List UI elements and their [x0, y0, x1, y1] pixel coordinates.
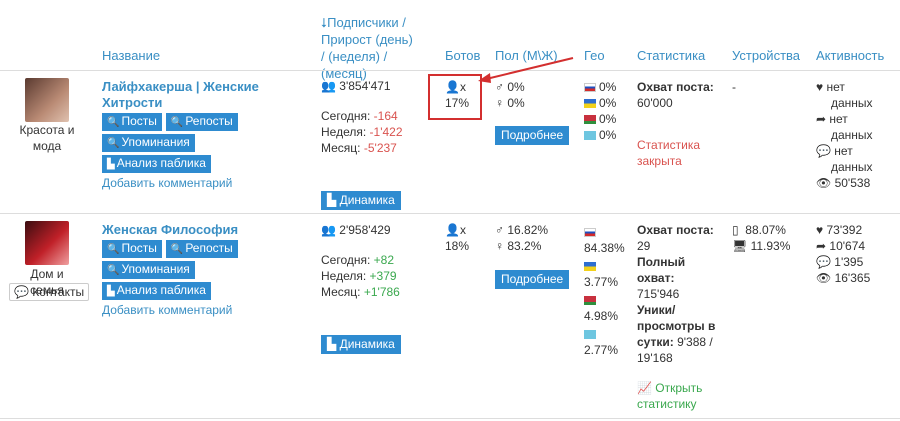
activity: ♥ 73'392 ➦ 10'674 💬 1'395 👁 16'365 [816, 223, 871, 285]
search-icon: 🔍 [107, 117, 120, 128]
belarus-flag-icon [584, 296, 596, 306]
search-icon: 🔍 [170, 117, 184, 128]
row-divider [0, 213, 900, 214]
category-label: Красота и мода [19, 123, 75, 153]
ukraine-flag-icon [584, 99, 596, 109]
col-header-name[interactable]: Название [102, 47, 160, 64]
devices: - [732, 80, 736, 94]
avatar[interactable] [25, 78, 69, 122]
chart-icon: ▙ [107, 159, 115, 170]
group-title[interactable]: Лайфхакерша | Женские Хитрости [102, 79, 302, 111]
heart-icon: ♥ [816, 80, 824, 94]
ukraine-flag-icon [584, 262, 596, 272]
posts-button[interactable]: 🔍 Посты [102, 240, 162, 258]
add-comment-link[interactable]: Добавить комментарий [102, 303, 232, 317]
user-x-icon: 👤x [445, 223, 466, 237]
col-header-geo[interactable]: Гео [584, 47, 605, 64]
devices: ▯ 88.07% 🖥 11.93% [732, 223, 791, 253]
kazakhstan-flag-icon [584, 330, 596, 340]
analysis-button[interactable]: ▙ Анализ паблика [102, 282, 211, 300]
search-icon: 🔍 [107, 244, 120, 255]
eye-icon: 👁 [816, 176, 832, 190]
female-icon: ♀ [495, 239, 504, 253]
chart-icon: ▙ [327, 337, 340, 351]
col-header-activity[interactable]: Активность [816, 47, 884, 64]
row-divider [0, 418, 900, 419]
search-icon: 🔍 [107, 265, 120, 276]
subs-header-line3: / (неделя) / (месяц) [321, 49, 388, 81]
eye-icon: 👁 [816, 271, 832, 285]
gender: ♂ 16.82% ♀ 83.2% [495, 223, 549, 253]
details-button[interactable]: Подробнее [495, 126, 570, 145]
open-stats-link[interactable]: 📈 Открыть [637, 380, 729, 396]
geo: 0% 0% 0% 0% [584, 79, 616, 143]
chart-icon: ▙ [107, 286, 115, 297]
mobile-icon: ▯ [732, 223, 739, 237]
mentions-button[interactable]: 🔍 Упоминания [102, 261, 195, 279]
chart-icon: ▙ [327, 193, 340, 207]
bots-value: 👤x 18% [445, 223, 470, 253]
col-header-subscribers[interactable]: ⭣Подписчики / Прирост (день) / (неделя) … [321, 14, 433, 82]
stats: Охват поста: 29 Полный охват: 715'946 Ун… [637, 222, 729, 412]
avatar[interactable] [25, 221, 69, 265]
add-comment-link[interactable]: Добавить комментарий [102, 176, 232, 190]
search-icon: 🔍 [170, 244, 184, 255]
trend-chart-icon: 📈 [637, 381, 652, 395]
female-icon: ♀ [495, 96, 504, 110]
desktop-icon: 🖥 [732, 239, 748, 253]
reposts-button[interactable]: 🔍 Репосты [165, 240, 238, 258]
male-icon: ♂ [495, 223, 504, 237]
group-title[interactable]: Женская Философия [102, 222, 302, 238]
col-header-stats[interactable]: Статистика [637, 47, 705, 64]
dynamics-button[interactable]: ▙ Динамика [321, 335, 401, 354]
search-icon: 🔍 [107, 138, 120, 149]
chat-icon: 💬 [14, 285, 29, 299]
details-button[interactable]: Подробнее [495, 270, 570, 289]
russia-flag-icon [584, 228, 596, 238]
heart-icon: ♥ [816, 223, 824, 237]
subs-header-line2: Прирост (день) [321, 32, 413, 47]
male-icon: ♂ [495, 80, 504, 94]
analysis-button[interactable]: ▙ Анализ паблика [102, 155, 211, 173]
subs-header-line1: ⭣Подписчики / [321, 15, 406, 30]
share-icon: ➦ [816, 112, 827, 126]
contacts-button[interactable]: 💬 Контакты [9, 283, 90, 301]
users-icon: 👥 [321, 79, 336, 93]
geo: 84.38% 3.77% 4.98% 2.77% [584, 224, 625, 358]
actions: 🔍 Посты 🔍 Репосты 🔍 Упоминания ▙ Анализ пабли… [102, 239, 312, 318]
russia-flag-icon [584, 83, 596, 93]
comment-icon: 💬 [816, 255, 831, 269]
bots-value: 👤x 17% [445, 80, 470, 110]
arrow-annotation [478, 57, 574, 83]
stats: Охват поста: 60'000 Статистика закрыта [637, 80, 714, 168]
subscribers: 👥 3'854'471 Сегодня: -164 Неделя: -1'422… [321, 79, 403, 155]
posts-button[interactable]: 🔍 Посты [102, 113, 162, 131]
mentions-button[interactable]: 🔍 Упоминания [102, 134, 195, 152]
activity: ♥ нет данных ➦ нет данных 💬 нет данных 👁… [816, 80, 873, 190]
reposts-button[interactable]: 🔍 Репосты [165, 113, 238, 131]
subscribers: 👥 2'958'429 Сегодня: +82 Неделя: +379 Ме… [321, 223, 400, 299]
header-divider [0, 70, 900, 71]
users-icon: 👥 [321, 223, 336, 237]
belarus-flag-icon [584, 115, 596, 125]
actions: 🔍 Посты 🔍 Репосты 🔍 Упоминания ▙ Анализ пабли… [102, 112, 312, 191]
share-icon: ➦ [816, 239, 827, 253]
gender: ♂ 0% ♀ 0% [495, 80, 525, 110]
comment-icon: 💬 [816, 144, 831, 158]
dynamics-button[interactable]: ▙ Динамика [321, 191, 401, 210]
col-header-devices[interactable]: Устройства [732, 47, 800, 64]
kazakhstan-flag-icon [584, 131, 596, 141]
user-x-icon: 👤x [445, 80, 466, 94]
